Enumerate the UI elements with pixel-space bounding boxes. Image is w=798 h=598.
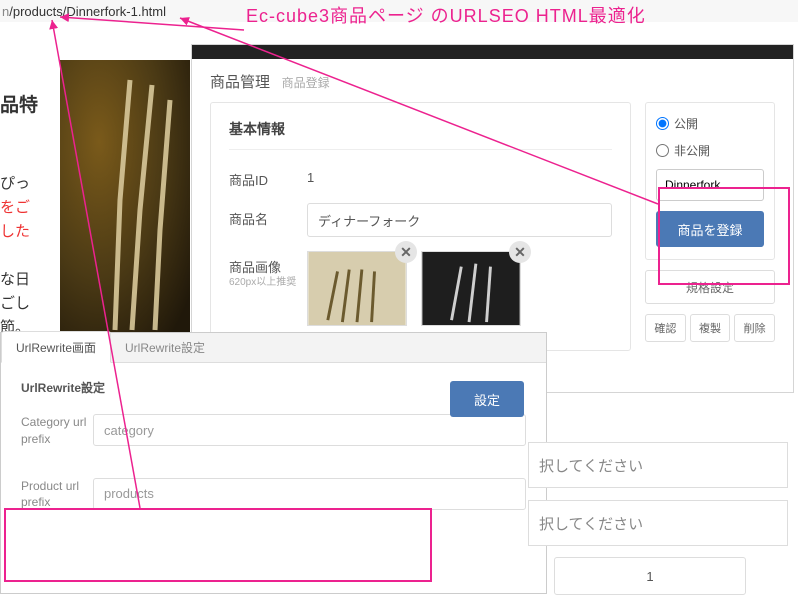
radio-private-input[interactable]: [656, 144, 669, 157]
bg-line: ぴっ: [0, 172, 60, 196]
publish-card: 公開 非公開 商品を登録: [645, 102, 775, 260]
admin-topbar: [192, 45, 793, 59]
product-image-item[interactable]: ✕: [421, 251, 521, 326]
duplicate-button[interactable]: 複製: [690, 314, 731, 342]
tab-urlrewrite-settings[interactable]: UrlRewrite設定: [111, 332, 219, 362]
urlrewrite-panel: UrlRewrite画面 UrlRewrite設定 UrlRewrite設定 C…: [0, 332, 547, 594]
radio-private[interactable]: 非公開: [656, 142, 764, 159]
fork-thumb-dark: [421, 251, 521, 326]
annotation-title: Ec-cube3商品ページ のURLSEO HTML最適化: [246, 2, 646, 28]
delete-button[interactable]: 削除: [734, 314, 775, 342]
radio-public-input[interactable]: [656, 117, 669, 130]
category-prefix-row: Category url prefix: [21, 414, 526, 448]
basic-info-card: 基本情報 商品ID 1 商品名 商品画像 620px以上推奨: [210, 102, 631, 351]
product-prefix-input[interactable]: [93, 478, 526, 510]
bg-line: ごし: [0, 292, 60, 316]
confirm-button[interactable]: 確認: [645, 314, 686, 342]
product-image-label: 商品画像 620px以上推奨: [229, 251, 307, 289]
bg-line: な日: [0, 268, 60, 292]
product-id-row: 商品ID 1: [229, 164, 612, 189]
category-prefix-label: Category url prefix: [21, 414, 93, 448]
section-title: 基本情報: [229, 119, 612, 150]
register-product-button[interactable]: 商品を登録: [656, 211, 764, 247]
spec-settings-button[interactable]: 規格設定: [645, 270, 775, 304]
tab-urlrewrite-screen[interactable]: UrlRewrite画面: [1, 331, 111, 363]
product-id-value: 1: [307, 164, 314, 185]
product-name-row: 商品名: [229, 203, 612, 237]
url-host-fragment: n: [2, 4, 9, 19]
fork-thumb-light: [307, 251, 407, 326]
bg-line: した: [0, 220, 60, 244]
background-text: 品特 ぴっ をご した な日 ごし 節。: [0, 90, 60, 340]
bg-line: をご: [0, 196, 60, 220]
breadcrumb: 商品管理 商品登録: [192, 59, 793, 102]
category-prefix-input[interactable]: [93, 414, 526, 446]
product-name-label: 商品名: [229, 203, 307, 228]
quantity-input[interactable]: 1: [554, 557, 746, 595]
product-hero-image: [60, 60, 190, 333]
breadcrumb-level1[interactable]: 商品管理: [210, 74, 270, 91]
product-id-label: 商品ID: [229, 164, 307, 189]
remove-image-icon[interactable]: ✕: [509, 241, 531, 263]
product-name-input[interactable]: [307, 203, 612, 237]
partial-select-2[interactable]: 択してください: [528, 500, 788, 546]
tabs: UrlRewrite画面 UrlRewrite設定: [1, 333, 546, 363]
breadcrumb-level2: 商品登録: [282, 76, 330, 90]
radio-public[interactable]: 公開: [656, 115, 764, 132]
action-buttons: 確認 複製 削除: [645, 314, 775, 342]
product-image-item[interactable]: ✕: [307, 251, 407, 326]
product-prefix-row: Product url prefix: [21, 478, 526, 512]
side-column: 公開 非公開 商品を登録 規格設定 確認 複製 削除: [645, 102, 775, 351]
url-path: /products/Dinnerfork-1.html: [9, 4, 166, 19]
seo-url-input[interactable]: [656, 169, 764, 201]
product-image-row: 商品画像 620px以上推奨 ✕: [229, 251, 612, 326]
rewrite-submit-button[interactable]: 設定: [450, 381, 524, 417]
partial-select-1[interactable]: 択してください: [528, 442, 788, 488]
remove-image-icon[interactable]: ✕: [395, 241, 417, 263]
bg-heading: 品特: [0, 90, 60, 117]
product-prefix-label: Product url prefix: [21, 478, 93, 512]
